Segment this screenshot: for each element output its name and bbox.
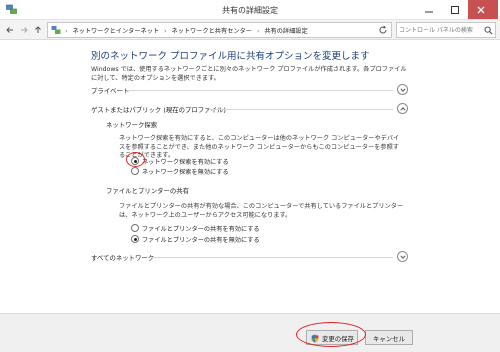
radio-label: ファイルとプリンターの共有を無効にする [142, 237, 260, 244]
address-bar: › ネットワークとインターネット › ネットワークと共有センター › 共有の詳細… [0, 20, 500, 40]
back-button[interactable] [4, 24, 16, 36]
section-all-networks-label: すべてのネットワーク [91, 254, 155, 262]
network-discovery-heading: ネットワーク探索 [106, 121, 158, 129]
section-all-networks[interactable]: すべてのネットワーク [91, 251, 408, 263]
maximize-button[interactable] [442, 0, 468, 19]
page-intro: Windows では、使用するネットワークごとに別々のネットワーク プロファイル… [91, 66, 407, 82]
search-box [396, 22, 496, 38]
forward-button[interactable] [18, 24, 30, 36]
chevron-down-icon [400, 88, 406, 92]
close-button[interactable] [468, 0, 498, 19]
expand-all-networks-button[interactable] [397, 251, 408, 262]
breadcrumb-separator: › [164, 28, 167, 35]
radio-label: ネットワーク探索を有効にする [142, 159, 229, 166]
close-icon [477, 6, 485, 14]
breadcrumb: › ネットワークとインターネット › ネットワークと共有センター › 共有の詳細… [65, 26, 311, 35]
section-divider [151, 257, 393, 258]
control-panel-icon [51, 25, 61, 35]
radio-label: ネットワーク探索を無効にする [142, 169, 229, 176]
cancel-button-label: キャンセル [373, 335, 405, 343]
minimize-icon [425, 11, 433, 13]
breadcrumb-advanced-sharing[interactable]: 共有の詳細設定 [264, 28, 307, 35]
breadcrumb-network-sharing-center[interactable]: ネットワークと共有センター [172, 28, 252, 35]
chevron-up-icon [400, 107, 406, 111]
forward-arrow-icon [21, 27, 28, 33]
refresh-button[interactable] [378, 25, 388, 37]
section-private[interactable]: プライベート [91, 84, 408, 96]
radio-button[interactable] [131, 167, 139, 175]
radio-button[interactable] [131, 235, 139, 243]
search-input[interactable] [399, 25, 481, 35]
chevron-down-icon [400, 255, 406, 259]
section-divider [209, 109, 393, 110]
search-icon[interactable] [484, 26, 493, 37]
minimize-button[interactable] [416, 0, 442, 19]
file-printer-sharing-description: ファイルとプリンターの共有が有効な場合、このコンピューターで共有しているファイル… [119, 203, 404, 219]
main-content: 別のネットワーク プロファイル用に共有オプションを変更します Windows で… [0, 41, 500, 311]
section-private-label: プライベート [91, 87, 130, 95]
maximize-icon [451, 6, 459, 14]
collapse-guest-public-button[interactable] [397, 103, 408, 114]
footer-bar: 変更の保存 キャンセル [0, 313, 500, 352]
cancel-button[interactable]: キャンセル [365, 330, 413, 345]
address-field[interactable]: › ネットワークとインターネット › ネットワークと共有センター › 共有の詳細… [47, 22, 423, 38]
breadcrumb-separator: › [65, 28, 68, 35]
breadcrumb-separator: › [256, 28, 260, 35]
refresh-icon [379, 25, 387, 34]
breadcrumb-network-internet[interactable]: ネットワークとインターネット [72, 28, 159, 35]
up-button[interactable] [32, 24, 44, 36]
file-printer-sharing-heading: ファイルとプリンターの共有 [106, 187, 190, 195]
back-arrow-icon [6, 27, 13, 33]
page-title: 別のネットワーク プロファイル用に共有オプションを変更します [91, 51, 370, 62]
radio-button[interactable] [131, 224, 139, 232]
up-arrow-icon [35, 26, 41, 33]
annotation-ring [296, 322, 366, 347]
annotation-ring [126, 152, 145, 167]
section-guest-public[interactable]: ゲストまたはパブリック (現在のプロファイル) [91, 103, 408, 115]
expand-private-button[interactable] [397, 84, 408, 95]
section-divider [127, 90, 393, 91]
title-bar: 共有の詳細設定 [0, 0, 500, 20]
section-guest-public-label: ゲストまたはパブリック (現在のプロファイル) [91, 106, 226, 114]
radio-label: ファイルとプリンターの共有を有効にする [142, 226, 260, 233]
